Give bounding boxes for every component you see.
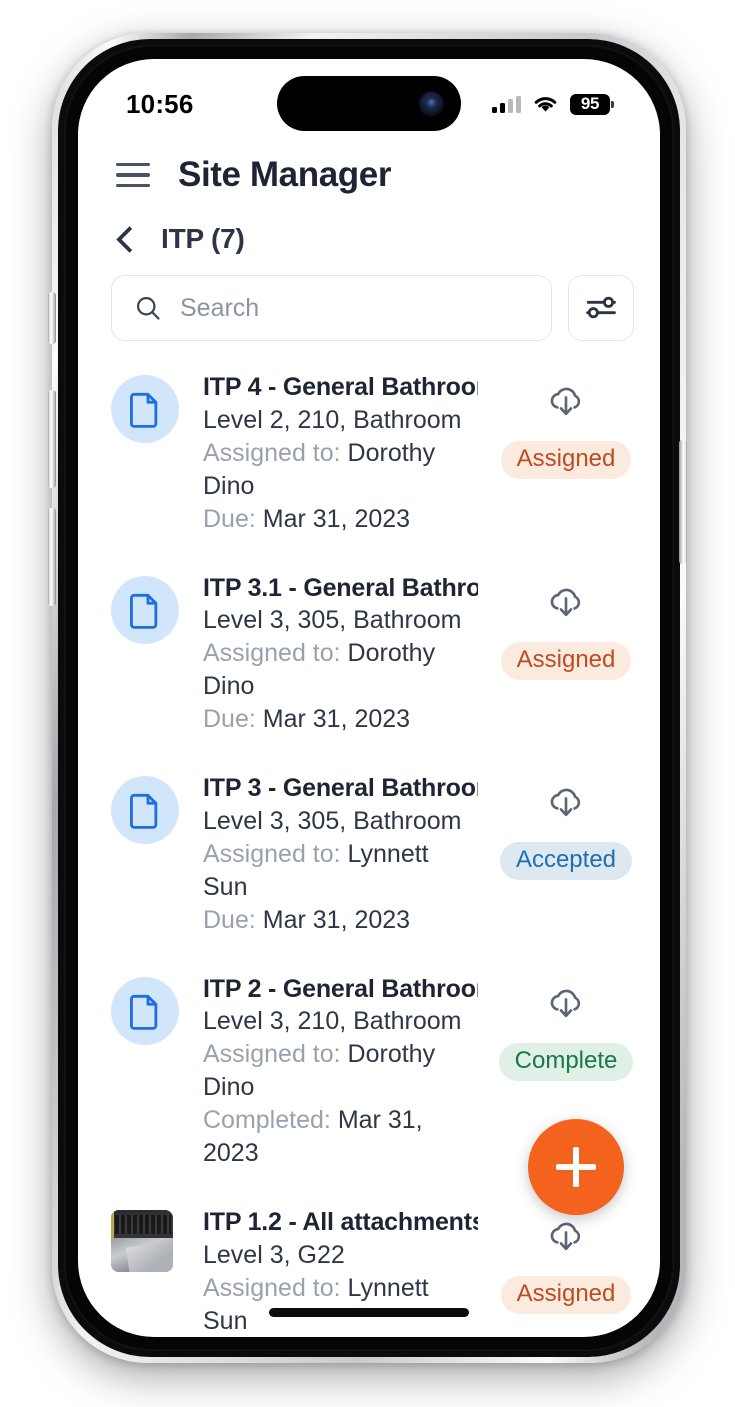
list-item-thumb	[111, 764, 183, 844]
front-camera-icon	[419, 91, 444, 116]
list-item[interactable]: ITP 3 - General Bathroom ... Level 3, 305…	[78, 750, 660, 951]
list-item-location: Level 2, 210, Bathroom	[203, 405, 462, 434]
assignee-label: Assigned to:	[203, 839, 341, 868]
cloud-download-icon[interactable]	[547, 786, 585, 820]
document-icon-badge	[111, 976, 179, 1045]
add-button[interactable]	[528, 1119, 624, 1215]
document-icon-badge	[111, 575, 179, 644]
battery-percent: 95	[570, 93, 610, 115]
dynamic-island	[277, 76, 461, 131]
app-header: Site Manager	[78, 137, 660, 201]
list-item-location: Level 3, 305, Bathroom	[203, 606, 462, 634]
list-item-title: ITP 3.1 - General Bathroom ...	[203, 573, 478, 602]
status-badge: Assigned	[500, 1276, 632, 1314]
status-badge: Assigned	[500, 441, 632, 479]
status-bar: 10:56 95	[78, 59, 660, 137]
plus-icon	[556, 1147, 596, 1187]
date-label: Due:	[203, 504, 256, 533]
status-time: 10:56	[126, 88, 194, 119]
list-item-date: Due: Mar 31, 2023	[203, 904, 478, 937]
list-item-actions: Accepted	[498, 764, 634, 880]
list-item-assignee: Assigned to: Lynnett Sun	[203, 838, 478, 904]
list-item-assignee: Assigned to: Dorothy Dino	[203, 1038, 478, 1104]
date-value: Mar 31, 2023	[262, 504, 411, 533]
list-item-date: Due: Mar 31, 2023	[203, 503, 478, 536]
list-item-title: ITP 4 - General Bathroom ...	[203, 373, 478, 401]
cloud-download-icon[interactable]	[547, 385, 585, 419]
list-item-date: Completed: Mar 31, 2023	[203, 1104, 478, 1170]
document-icon	[130, 392, 158, 428]
list-item-body: ITP 3.1 - General Bathroom ... Level 3, 3…	[203, 564, 478, 737]
date-value: Mar 31, 2023	[262, 705, 411, 733]
search-icon	[136, 296, 160, 320]
assignee-label: Assigned to:	[203, 1040, 341, 1068]
photo-thumbnail	[111, 1210, 173, 1272]
breadcrumb-label: ITP (7)	[161, 223, 245, 254]
page-title: Site Manager	[178, 155, 392, 194]
list-item[interactable]: ITP 4 - General Bathroom ... Level 2, 210…	[78, 349, 660, 550]
date-label: Due:	[203, 905, 256, 934]
list-item-assignee: Assigned to: Dorothy Dino	[203, 437, 478, 503]
home-indicator[interactable]	[269, 1308, 469, 1317]
list-item-location: Level 3, 305, Bathroom	[203, 806, 462, 835]
battery-cap-icon	[611, 100, 614, 108]
photo-edge-region	[111, 1210, 115, 1239]
list-item-date: Due: Mar 31, 2023	[203, 703, 478, 736]
filter-sliders-icon[interactable]	[568, 275, 634, 341]
list-item-thumb	[111, 564, 183, 644]
list-item-title: ITP 1.2 - All attachments	[203, 1208, 478, 1236]
document-icon-badge	[111, 776, 179, 844]
hamburger-menu-icon[interactable]	[116, 162, 150, 188]
list-item-actions: Assigned	[498, 1198, 634, 1314]
cloud-download-icon[interactable]	[547, 987, 585, 1021]
date-label: Completed:	[203, 1106, 331, 1134]
phone-screen: 10:56 95 Site Manager ITP (7) Search ITP…	[78, 59, 660, 1337]
status-badge: Assigned	[500, 641, 632, 680]
cellular-bars-icon	[492, 95, 521, 113]
list-item[interactable]: ITP 3.1 - General Bathroom ... Level 3, 3…	[78, 550, 660, 751]
list-item-assignee: Assigned to: Dorothy Dino	[203, 637, 478, 703]
list-item-body: ITP 4 - General Bathroom ... Level 2, 210…	[203, 363, 478, 536]
list-item-location: Level 3, G22	[203, 1240, 345, 1269]
list-item-thumb	[111, 1198, 183, 1272]
status-indicators: 95	[492, 93, 614, 115]
search-placeholder: Search	[180, 293, 260, 322]
document-icon-badge	[111, 375, 179, 443]
search-input[interactable]: Search	[111, 275, 552, 341]
cloud-download-icon[interactable]	[547, 1220, 585, 1254]
list-item-location: Level 3, 210, Bathroom	[203, 1007, 462, 1035]
assignee-label: Assigned to:	[203, 438, 341, 467]
volume-down-button[interactable]	[48, 508, 56, 606]
photo-trackpad-region	[111, 1237, 173, 1272]
wifi-icon	[534, 96, 557, 112]
document-icon	[130, 994, 158, 1030]
list-item-title: ITP 3 - General Bathroom ...	[203, 774, 478, 802]
assignee-label: Assigned to:	[203, 1273, 341, 1302]
list-item-thumb	[111, 965, 183, 1045]
list-item-actions: Assigned	[498, 564, 634, 680]
chevron-left-icon[interactable]	[116, 225, 143, 253]
date-label: Due:	[203, 705, 256, 733]
screenshot-canvas: 10:56 95 Site Manager ITP (7) Search ITP…	[0, 0, 735, 1407]
date-value: Mar 31, 2023	[262, 905, 411, 934]
document-icon	[130, 593, 158, 629]
photo-keyboard-region	[111, 1210, 173, 1238]
status-badge: Accepted	[499, 842, 633, 880]
cloud-download-icon[interactable]	[547, 586, 585, 620]
breadcrumb[interactable]: ITP (7)	[78, 201, 660, 269]
list-item-actions: Assigned	[498, 363, 634, 479]
power-button[interactable]	[679, 440, 687, 564]
status-badge: Complete	[498, 1042, 634, 1081]
list-item-actions: Complete	[498, 965, 634, 1081]
list-item-body: ITP 3 - General Bathroom ... Level 3, 305…	[203, 764, 478, 937]
volume-up-button[interactable]	[48, 390, 56, 488]
list-item-thumb	[111, 363, 183, 443]
search-row: Search	[78, 269, 660, 341]
list-item-assignee: Assigned to: Lynnett Sun	[203, 1272, 478, 1338]
assignee-label: Assigned to:	[203, 639, 341, 667]
silence-switch[interactable]	[48, 292, 56, 344]
list-item-title: ITP 2 - General Bathroom ...	[203, 974, 478, 1003]
list-item-body: ITP 2 - General Bathroom ... Level 3, 210…	[203, 965, 478, 1171]
document-icon	[130, 793, 158, 829]
